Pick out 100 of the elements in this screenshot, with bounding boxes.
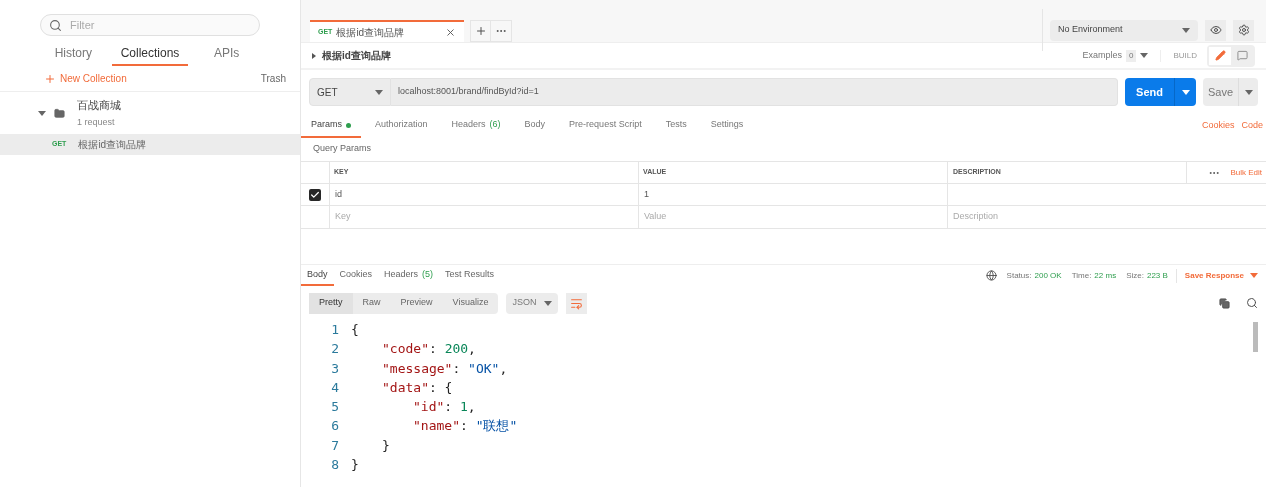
new-collection-button[interactable]: New Collection (44, 71, 127, 86)
code-token: { (351, 321, 359, 339)
request-name: 根据id查询品牌 (78, 138, 147, 152)
view-mode-tab[interactable]: Preview (390, 292, 443, 314)
sidebar-tab[interactable]: History (35, 42, 112, 66)
line-number: 4 (331, 378, 339, 397)
line-number: 6 (331, 417, 339, 436)
response-tab[interactable]: Headers (5) (378, 265, 440, 286)
code-token: , (499, 359, 508, 378)
request-section-tab[interactable]: Settings (700, 114, 754, 138)
environment-select[interactable]: No Environment (1050, 19, 1198, 41)
code-token: , (468, 340, 476, 359)
status-value: 200 OK (1034, 269, 1062, 282)
request-section-tab[interactable]: Params (301, 114, 361, 138)
line-number: 3 (331, 359, 339, 378)
caret-icon (1182, 27, 1190, 33)
eye-button[interactable] (1205, 19, 1226, 41)
plus-icon (44, 72, 56, 85)
line-number: 7 (331, 436, 339, 455)
code-token: "name" (413, 417, 460, 436)
code-token: "message" (382, 359, 453, 378)
eye-icon (1209, 24, 1222, 36)
filter-input[interactable]: Filter (70, 16, 251, 34)
tab-title: 根据id查询品牌 (336, 25, 406, 40)
key-field[interactable]: Key (330, 206, 639, 228)
caret-icon (1244, 89, 1253, 95)
code-token: 200 (444, 340, 469, 359)
response-tab[interactable]: Body (301, 265, 334, 286)
code-token: : (428, 340, 438, 359)
caret-icon (1250, 273, 1258, 278)
cookies-link[interactable]: Cookies (1201, 119, 1235, 133)
code-token: "OK" (468, 359, 500, 378)
sidebar-tab[interactable]: Collections (111, 42, 189, 66)
trash-button[interactable]: Trash (260, 71, 286, 86)
build-mode-button[interactable] (1209, 46, 1231, 65)
request-title: 根据id查询品牌 (322, 49, 392, 63)
request-section-tab[interactable]: Pre-request Script (559, 114, 652, 138)
size-label: Size: (1126, 269, 1144, 282)
format-select[interactable]: JSON (506, 292, 559, 314)
code-token: 1 (459, 398, 468, 417)
code-token: : (459, 417, 469, 436)
caret-icon (544, 300, 553, 306)
code-link[interactable]: Code (1241, 119, 1263, 133)
search-icon[interactable] (1246, 297, 1258, 309)
examples-label[interactable]: Examples (1082, 48, 1122, 63)
request-count: 1 request (77, 116, 116, 129)
settings-button[interactable] (1233, 19, 1254, 41)
section-title: Query Params (312, 142, 373, 156)
pencil-icon (1214, 50, 1226, 61)
checkbox[interactable] (309, 188, 321, 201)
collection-item[interactable]: 百战商城 1 request (0, 92, 300, 134)
request-section-tab[interactable]: Authorization (365, 114, 438, 138)
expand-icon[interactable] (312, 52, 316, 59)
plus-icon (474, 25, 487, 37)
value-field[interactable]: Value (639, 206, 948, 228)
code-token: "data" (382, 378, 429, 397)
globe-icon[interactable] (985, 270, 997, 281)
request-section-tab[interactable]: Headers (6) (441, 114, 511, 138)
code-token: : { (428, 378, 453, 397)
code-token: "code" (382, 340, 429, 359)
code-token: } (382, 436, 390, 455)
method-select[interactable]: GET (309, 78, 391, 106)
caret-icon (38, 110, 46, 116)
url-field[interactable]: localhost:8001/brand/findById?id=1 (391, 78, 1118, 106)
response-tab[interactable]: Test Results (439, 265, 501, 286)
code-token: , (467, 398, 476, 417)
request-section-tab[interactable]: Tests (655, 114, 697, 138)
save-response-button[interactable]: Save Response (1184, 269, 1258, 282)
view-mode-tab[interactable]: Visualize (442, 292, 499, 314)
code-token: } (351, 456, 359, 475)
close-icon[interactable] (445, 26, 456, 38)
comment-icon (1236, 50, 1248, 61)
caret-icon (1140, 53, 1149, 58)
table-cell: 1 (639, 184, 948, 205)
wrap-icon (570, 296, 584, 310)
filter-field[interactable]: Filter (40, 14, 260, 36)
line-number: 8 (331, 456, 339, 475)
view-mode-tab[interactable]: Pretty (309, 292, 353, 314)
copy-icon[interactable] (1219, 297, 1230, 309)
bulk-edit-link[interactable]: Bulk Edit (1230, 166, 1262, 179)
code-token: "id" (413, 398, 445, 417)
search-icon (49, 18, 62, 32)
description-field[interactable]: Description (948, 206, 1266, 228)
line-number: 1 (331, 321, 339, 339)
caret-icon (375, 89, 383, 95)
table-cell: id (330, 184, 639, 205)
settings-icon (1237, 24, 1250, 36)
response-tab[interactable]: Cookies (333, 265, 379, 286)
caret-icon (1181, 89, 1190, 95)
folder-icon (54, 107, 65, 119)
size-value: 223 B (1146, 269, 1168, 282)
examples-count: 0 (1126, 49, 1137, 62)
wrap-button[interactable] (566, 292, 588, 314)
scrollbar[interactable] (1253, 322, 1258, 352)
sidebar-tab[interactable]: APIs (188, 42, 265, 66)
time-label: Time: (1071, 269, 1092, 282)
request-section-tab[interactable]: Body (514, 114, 556, 138)
collection-name: 百战商城 (77, 97, 121, 113)
line-number: 5 (331, 398, 339, 417)
view-mode-tab[interactable]: Raw (352, 292, 391, 314)
